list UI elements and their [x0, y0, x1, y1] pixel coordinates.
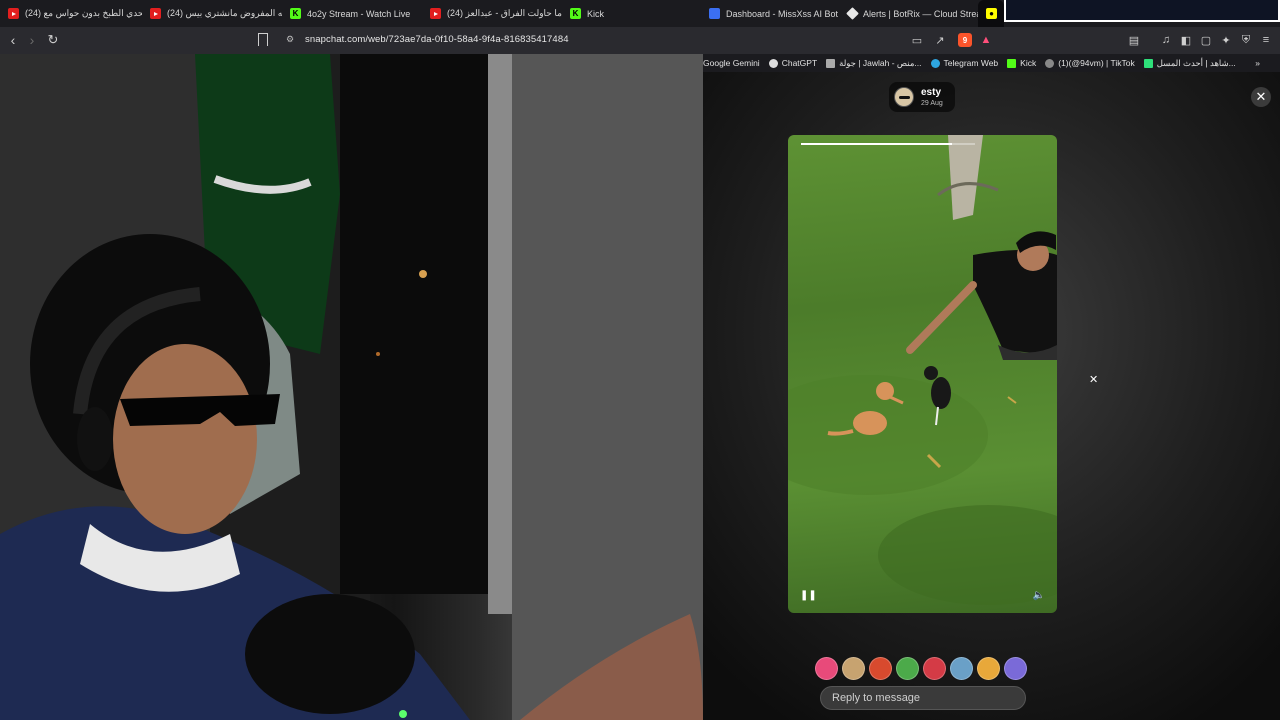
pause-icon[interactable]: ❚❚ [800, 590, 817, 601]
tiktok-icon [1045, 58, 1055, 68]
share-icon[interactable]: ↗ [933, 33, 947, 47]
tab-title: (24) ليه المفروض مانشتري بيس [167, 8, 282, 18]
chatgpt-icon [768, 58, 778, 68]
kick-icon [1007, 58, 1017, 68]
kick-icon: K [570, 8, 581, 19]
snap-progress-fill [801, 143, 953, 145]
snap-header[interactable]: esty 29 Aug [889, 82, 955, 112]
tab-title: Kick [587, 8, 605, 19]
tab-youtube-2[interactable]: (24) ليه المفروض مانشتري بيس [142, 0, 282, 27]
reaction-bar [815, 652, 1030, 684]
globe-icon [709, 8, 720, 19]
shahid-icon [1143, 58, 1153, 68]
tab-snapchat-active[interactable]: ● [978, 0, 1004, 27]
tab-kick[interactable]: K Kick [562, 0, 701, 27]
tab-title: (24) تحدي الطبخ بدون حواس مع [25, 8, 142, 18]
sidebar-icon[interactable]: ◧ [1179, 33, 1193, 47]
tab-title: 4o2y Stream - Watch Live [307, 8, 411, 19]
reaction-fire[interactable] [869, 656, 892, 680]
webcam-scene [0, 54, 703, 720]
snap-video[interactable]: ❚❚ 🔈 [788, 135, 1057, 613]
reaction-sad[interactable] [950, 656, 973, 680]
rewards-icon[interactable]: ▲ [979, 33, 993, 47]
reaction-heart-eyes[interactable] [815, 656, 838, 680]
reaction-wow[interactable] [977, 656, 1000, 680]
music-icon[interactable]: ♫ [1159, 33, 1173, 47]
shield-badge: 9 [962, 35, 968, 45]
avatar [894, 87, 914, 107]
tab-bar: (24) تحدي الطبخ بدون حواس مع (24) ليه ال… [0, 0, 1280, 27]
bookmark-tiktok[interactable]: (1)(@94vm) | TikTok [1045, 58, 1135, 68]
reload-button[interactable]: ↻ [43, 30, 63, 50]
bookmark-label: جولة | Jawlah - منص... [839, 57, 922, 68]
kick-icon: K [290, 8, 301, 19]
bookmark-label: ChatGPT [781, 58, 818, 68]
reaction-laugh[interactable] [842, 656, 865, 680]
bookmark-label: (1)(@94vm) | TikTok [1058, 58, 1135, 68]
tab-youtube-1[interactable]: (24) تحدي الطبخ بدون حواس مع [0, 0, 142, 27]
reaction-thumbs-up[interactable] [896, 656, 919, 680]
reaction-kiss[interactable] [923, 656, 946, 680]
tab-youtube-3[interactable]: (24) ياما حاولت الفراق - عبدالعز [422, 0, 562, 27]
mute-icon[interactable]: 🔈 [1033, 590, 1045, 601]
bookmark-chatgpt[interactable]: ChatGPT [768, 58, 818, 68]
bookmark-shahid[interactable]: شاهد | أحدث المسل... [1143, 57, 1236, 69]
snapchat-viewer: esty 29 Aug ✕ ✕ ❚❚ 🔈 Reply to message [703, 72, 1280, 720]
close-button[interactable]: ✕ [1251, 87, 1271, 107]
tab-dashboard[interactable]: Dashboard - MissXss AI Bot S [701, 0, 840, 27]
sidebar-toggle-icon[interactable]: ▤ [1127, 33, 1141, 47]
diamond-icon [846, 7, 859, 20]
tab-title: (24) ياما حاولت الفراق - عبدالعز [447, 8, 562, 18]
vpn-shield-icon[interactable]: ⛨ [1239, 33, 1253, 47]
bookmark-label: شاهد | أحدث المسل... [1156, 57, 1236, 68]
wallet-icon[interactable]: ▢ [1199, 33, 1213, 47]
youtube-icon [430, 8, 441, 19]
tab-kick-stream[interactable]: K 4o2y Stream - Watch Live [282, 0, 422, 27]
brave-shield-icon[interactable]: 9 [958, 33, 972, 47]
menu-icon[interactable]: ≡ [1259, 33, 1273, 47]
forward-button[interactable]: › [22, 30, 42, 50]
reply-box[interactable] [820, 686, 1026, 710]
address-bar: ‹ › ↻ ⚙ snapchat.com/web/723ae7da-0f10-5… [0, 27, 1280, 54]
close-icon: ✕ [1255, 89, 1267, 104]
snapchat-icon: ● [986, 8, 997, 19]
dismiss-icon[interactable]: ✕ [1089, 373, 1098, 386]
video-frame [788, 135, 1057, 605]
tab-title: Dashboard - MissXss AI Bot S [726, 8, 840, 19]
bookmark-gemini[interactable]: Google Gemini [703, 58, 760, 68]
url-field[interactable]: snapchat.com/web/723ae7da-0f10-58a4-9f4a… [305, 34, 569, 45]
jawlah-icon [826, 58, 836, 68]
new-tab-area[interactable] [1004, 0, 1280, 22]
snap-progress-bar [801, 143, 975, 145]
bookmarks-bar: Google Gemini ChatGPT جولة | Jawlah - من… [703, 54, 1280, 72]
bookmark-icon[interactable] [258, 33, 268, 46]
bookmark-kick[interactable]: Kick [1007, 58, 1036, 68]
tab-title: Alerts | BotRix — Cloud Strea [863, 8, 978, 19]
back-button[interactable]: ‹ [3, 30, 23, 50]
snap-username: esty [921, 87, 942, 98]
bookmark-telegram[interactable]: Telegram Web [930, 58, 999, 68]
tab-botrix[interactable]: Alerts | BotRix — Cloud Strea [840, 0, 978, 27]
cast-icon[interactable]: ▭ [910, 33, 924, 47]
reply-input[interactable] [821, 687, 1025, 709]
leo-ai-icon[interactable]: ✦ [1219, 33, 1233, 47]
bookmark-label: Telegram Web [943, 58, 999, 68]
telegram-icon [930, 58, 940, 68]
bookmark-jawlah[interactable]: جولة | Jawlah - منص... [826, 57, 922, 69]
snap-date: 29 Aug [921, 100, 943, 107]
bookmark-label: Google Gemini [703, 58, 760, 68]
youtube-icon [8, 8, 19, 19]
youtube-icon [150, 8, 161, 19]
webcam-feed [0, 54, 703, 720]
more-bookmarks-button[interactable]: » [1255, 58, 1260, 68]
bookmark-label: Kick [1020, 58, 1037, 68]
reaction-purple[interactable] [1004, 656, 1027, 680]
site-settings-icon[interactable]: ⚙ [286, 34, 298, 46]
